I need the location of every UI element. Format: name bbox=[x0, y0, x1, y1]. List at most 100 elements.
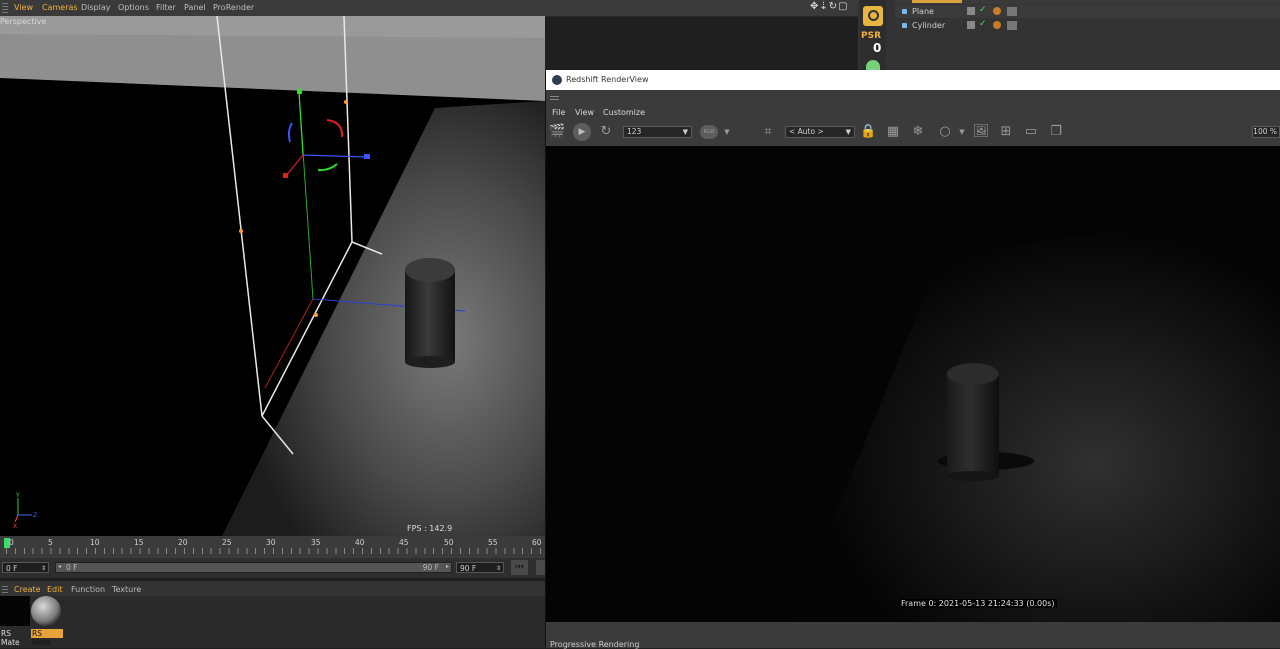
gizmo-x-tip[interactable] bbox=[283, 173, 288, 178]
grip-handle-icon[interactable] bbox=[550, 94, 559, 100]
menu-view[interactable]: View bbox=[575, 108, 594, 117]
menu-file[interactable]: File bbox=[552, 108, 565, 117]
menu-options[interactable]: Options bbox=[118, 3, 149, 12]
timeline[interactable]: 0 5 10 15 20 25 30 35 40 45 50 55 60 bbox=[0, 536, 545, 558]
gizmo-z-handle[interactable] bbox=[302, 154, 367, 158]
gizmo-rotate-arc[interactable] bbox=[317, 163, 338, 172]
svg-text:Y: Y bbox=[15, 492, 20, 499]
menu-texture[interactable]: Texture bbox=[112, 585, 141, 594]
light-handle[interactable] bbox=[239, 229, 243, 233]
maximize-view-icon[interactable]: ▢ bbox=[838, 1, 848, 12]
gizmo-rotate-arc[interactable] bbox=[326, 119, 344, 138]
cylinder-top[interactable] bbox=[405, 258, 455, 282]
timeline-tick: 10 bbox=[90, 538, 100, 547]
save-image-icon[interactable]: ▭ bbox=[1023, 124, 1039, 140]
grid-icon[interactable]: ▦ bbox=[885, 124, 901, 140]
move-view-icon[interactable]: ✥ bbox=[810, 1, 819, 12]
render-floor bbox=[791, 206, 1280, 622]
prev-frame-icon[interactable] bbox=[536, 560, 545, 575]
timeline-tick: 40 bbox=[355, 538, 365, 547]
renderview-toolbar: 🎬 ▶ ↻ 123 ▼ RGB ▼ ⌗ < Auto > ▼ 🔒 ▦ ❄ ○ ▼ 🖼… bbox=[546, 122, 1280, 144]
gizmo-y-tip[interactable] bbox=[297, 89, 302, 94]
menu-function[interactable]: Function bbox=[71, 585, 105, 594]
plane-object-icon bbox=[902, 9, 907, 14]
menu-edit[interactable]: Edit bbox=[47, 585, 63, 594]
chevron-down-icon[interactable]: ▼ bbox=[954, 124, 970, 140]
search-icon[interactable] bbox=[863, 6, 883, 26]
status-light-icon bbox=[866, 60, 880, 70]
psr-label: PSR bbox=[861, 31, 882, 41]
viewport-label[interactable]: Perspective bbox=[0, 17, 46, 26]
menu-cameras[interactable]: Cameras bbox=[42, 3, 78, 12]
end-frame-field[interactable]: 90 F ⇕ bbox=[456, 562, 504, 573]
material-manager-menubar: Create Edit Function Texture bbox=[0, 580, 545, 597]
light-handle[interactable] bbox=[314, 313, 318, 317]
menu-view[interactable]: View bbox=[14, 3, 33, 12]
clapper-icon[interactable]: 🎬 bbox=[549, 124, 565, 140]
menu-display[interactable]: Display bbox=[81, 3, 111, 12]
frame-range-slider[interactable]: ◂ 0 F 90 F ▸ bbox=[55, 562, 452, 573]
perspective-viewport[interactable]: Y Z X Perspective FPS : 142.9 bbox=[0, 16, 545, 536]
object-row-partial[interactable] bbox=[895, 0, 1280, 4]
dolly-view-icon[interactable]: ⇣ bbox=[819, 1, 828, 12]
gizmo-y-handle[interactable] bbox=[298, 91, 304, 156]
menu-create[interactable]: Create bbox=[14, 585, 41, 594]
crop-icon[interactable]: ⌗ bbox=[760, 124, 776, 140]
light-handle[interactable] bbox=[344, 100, 348, 104]
timeline-tick: 20 bbox=[178, 538, 188, 547]
grip-handle-icon[interactable] bbox=[2, 3, 8, 13]
menu-panel[interactable]: Panel bbox=[184, 3, 206, 12]
grip-handle-icon[interactable] bbox=[2, 585, 8, 593]
add-snapshot-icon[interactable]: ⊞ bbox=[998, 124, 1014, 140]
cylinder-body[interactable] bbox=[405, 270, 455, 362]
play-icon[interactable]: ▶ bbox=[573, 123, 591, 141]
gizmo-z-tip[interactable] bbox=[364, 154, 370, 159]
material-thumbnail[interactable] bbox=[0, 596, 30, 626]
material-area[interactable]: RS Mate RS Mate bbox=[0, 596, 545, 648]
render-canvas[interactable] bbox=[546, 146, 1280, 622]
snapshot-select[interactable]: 123 ▼ bbox=[623, 126, 692, 138]
object-flags[interactable]: ✓ bbox=[967, 19, 1027, 30]
zoom-level[interactable]: 100 % bbox=[1252, 126, 1280, 138]
render-cylinder bbox=[947, 374, 999, 476]
current-frame-field[interactable]: 0 F ⇕ bbox=[2, 562, 49, 573]
window-titlebar[interactable]: Redshift RenderView bbox=[546, 70, 1280, 90]
copy-icon[interactable]: ❐ bbox=[1048, 124, 1064, 140]
object-row-plane[interactable]: Plane ✓ bbox=[895, 5, 1280, 18]
rgb-channel-icon[interactable]: RGB bbox=[700, 125, 718, 139]
chevron-down-icon[interactable]: ▼ bbox=[719, 124, 735, 140]
renderview-status-bar: Progressive Rendering bbox=[546, 636, 1280, 649]
material-label[interactable]: RS Mate bbox=[0, 629, 30, 647]
transport-bar: 0 F ⇕ ◂ 0 F 90 F ▸ 90 F ⇕ ⏮ bbox=[0, 558, 545, 578]
camera-select[interactable]: < Auto > ▼ bbox=[785, 126, 855, 138]
redshift-renderview-window[interactable]: Redshift RenderView File View Customize … bbox=[545, 70, 1280, 649]
object-flags[interactable]: ✓ bbox=[967, 5, 1027, 16]
menu-filter[interactable]: Filter bbox=[156, 3, 176, 12]
lock-icon[interactable]: 🔒 bbox=[860, 124, 876, 140]
timeline-tick: 30 bbox=[266, 538, 276, 547]
circle-icon[interactable]: ○ bbox=[937, 124, 953, 140]
render-image bbox=[791, 206, 1280, 622]
snowflake-icon[interactable]: ❄ bbox=[910, 124, 926, 140]
rotate-view-icon[interactable]: ↻ bbox=[829, 1, 838, 12]
viewport-menubar: View Cameras Display Options Filter Pane… bbox=[0, 0, 860, 17]
timeline-tick: 0 bbox=[9, 538, 14, 547]
gizmo-x-handle[interactable] bbox=[285, 154, 304, 177]
go-to-start-icon[interactable]: ⏮ bbox=[511, 560, 528, 575]
timeline-tick: 35 bbox=[311, 538, 321, 547]
viewport-nav-icons[interactable]: ✥⇣↻▢ bbox=[810, 1, 849, 12]
material-sphere-thumbnail[interactable] bbox=[31, 596, 61, 626]
range-end-label: 90 F bbox=[422, 563, 439, 572]
timeline-tick: 60 bbox=[532, 538, 542, 547]
menu-customize[interactable]: Customize bbox=[603, 108, 645, 117]
svg-text:Z: Z bbox=[33, 512, 37, 519]
timeline-ticks bbox=[6, 548, 543, 554]
image-icon[interactable]: 🖼 bbox=[973, 124, 990, 140]
object-row-cylinder[interactable]: Cylinder ✓ bbox=[895, 19, 1280, 32]
svg-text:X: X bbox=[13, 523, 17, 530]
psr-panel: PSR 0 bbox=[860, 0, 886, 70]
material-label-selected[interactable]: RS Mate bbox=[31, 629, 63, 647]
menu-prorender[interactable]: ProRender bbox=[213, 3, 254, 12]
refresh-icon[interactable]: ↻ bbox=[598, 124, 614, 140]
gizmo-rotate-arc[interactable] bbox=[287, 122, 293, 143]
